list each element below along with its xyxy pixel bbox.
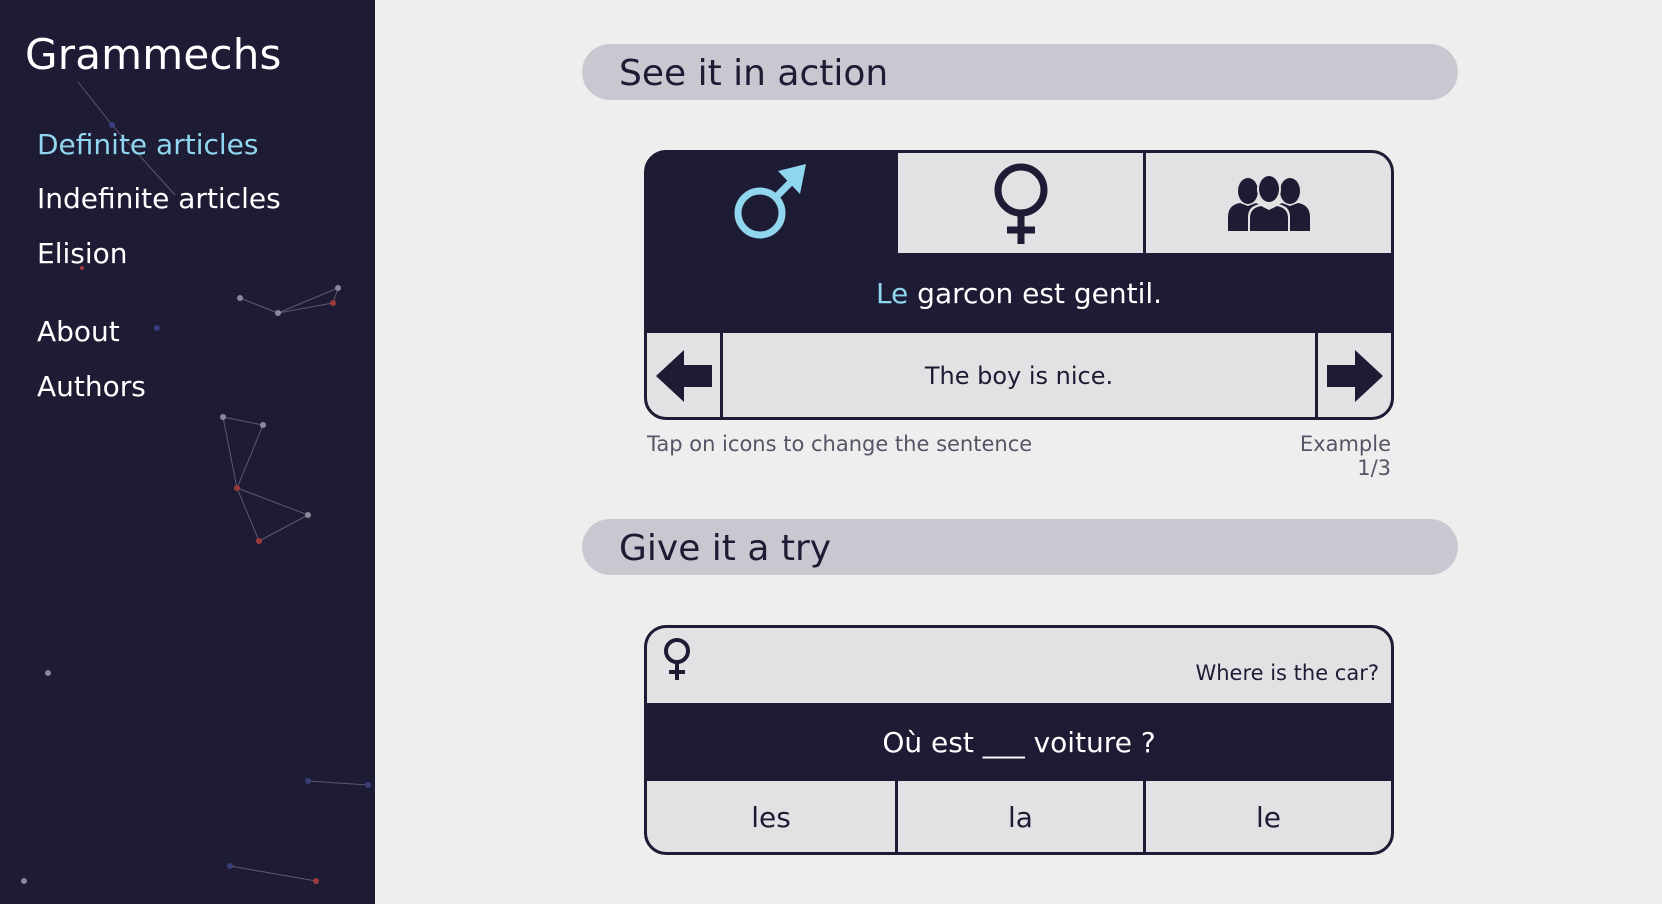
- arrow-right-icon: [1326, 350, 1383, 402]
- example-card: Le garcon est gentil. The boy is nice.: [644, 150, 1394, 420]
- answer-button-la[interactable]: la: [895, 781, 1143, 852]
- sidebar-item-authors[interactable]: Authors: [37, 370, 146, 403]
- previous-example-button[interactable]: [647, 333, 720, 417]
- arrow-left-icon: [655, 350, 712, 402]
- french-sentence: Le garcon est gentil.: [647, 253, 1391, 333]
- exercise-sentence: Où est ___ voiture ?: [882, 725, 1156, 759]
- answer-button-les[interactable]: les: [647, 781, 895, 852]
- answer-options: les la le: [647, 781, 1391, 852]
- sentence-article: Le: [875, 276, 909, 310]
- app-title[interactable]: Grammechs: [25, 30, 282, 79]
- gender-tabs: [647, 153, 1391, 253]
- tab-feminine[interactable]: [895, 153, 1143, 253]
- exercise-prompt: Where is the car?: [647, 628, 1391, 703]
- section-header-see-it-in-action: See it in action: [582, 44, 1458, 100]
- female-symbol-icon: [664, 638, 690, 680]
- sentence-rest: garcon est gentil.: [908, 276, 1163, 310]
- tap-hint: Tap on icons to change the sentence: [647, 432, 1033, 456]
- tab-masculine[interactable]: [647, 153, 895, 253]
- exercise-translation-hint: Where is the car?: [1195, 661, 1379, 685]
- tab-plural[interactable]: [1143, 153, 1391, 253]
- section-header-give-it-a-try: Give it a try: [582, 519, 1458, 575]
- group-icon: [1227, 174, 1310, 233]
- next-example-button[interactable]: [1318, 333, 1391, 417]
- sidebar-item-definite-articles[interactable]: Definite articles: [37, 128, 258, 161]
- answer-button-le[interactable]: le: [1143, 781, 1391, 852]
- english-translation: The boy is nice.: [723, 333, 1315, 417]
- sidebar-item-elision[interactable]: Elision: [37, 237, 128, 270]
- female-symbol-icon: [994, 163, 1047, 244]
- example-counter: Example 1/3: [1299, 432, 1391, 480]
- sidebar-item-indefinite-articles[interactable]: Indefinite articles: [37, 182, 281, 215]
- example-navigation: The boy is nice.: [647, 333, 1391, 417]
- exercise-card: Where is the car? Où est ___ voiture ? l…: [644, 625, 1394, 855]
- male-symbol-icon: [734, 164, 806, 239]
- sidebar: Grammechs Definite articles Indefinite a…: [0, 0, 375, 904]
- sidebar-item-about[interactable]: About: [37, 315, 120, 348]
